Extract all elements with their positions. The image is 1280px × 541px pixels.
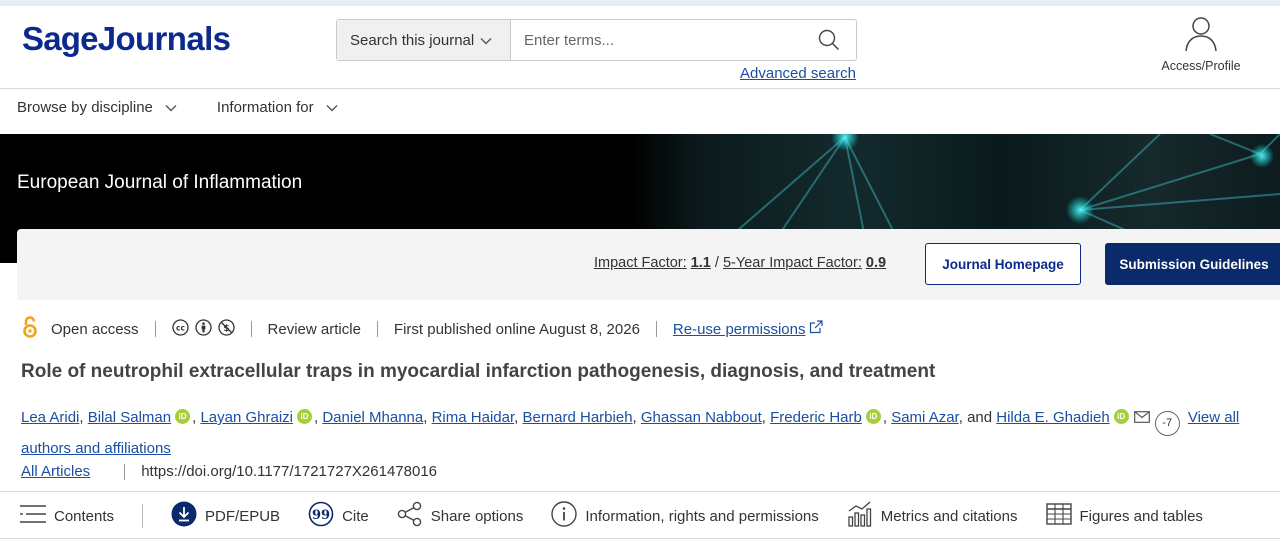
share-icon [397, 501, 423, 531]
impact-factor[interactable]: Impact Factor: 1.1 / 5-Year Impact Facto… [594, 255, 886, 271]
open-access-icon [21, 316, 39, 342]
divider [655, 321, 657, 337]
doi-text: https://doi.org/10.1177/1721727X26147801… [141, 463, 437, 480]
nav-information-for[interactable]: Information for [217, 99, 338, 116]
chevron-down-icon [165, 99, 177, 116]
mail-icon[interactable] [1133, 406, 1150, 431]
orcid-icon[interactable]: iD [175, 409, 191, 424]
external-link-icon[interactable] [809, 320, 824, 338]
journal-title[interactable]: European Journal of Inflammation [17, 172, 302, 194]
main-nav: Browse by discipline Information for [17, 99, 338, 116]
search-scope-dropdown[interactable]: Search this journal [337, 20, 511, 60]
list-icon [20, 504, 46, 528]
divider [376, 321, 378, 337]
author-link[interactable]: Bilal Salman [88, 409, 171, 426]
search-bar: Search this journal [336, 19, 857, 61]
author-link[interactable]: Ghassan Nabbout [641, 409, 762, 426]
cite-label: Cite [342, 507, 369, 525]
author-list: Lea Aridi, Bilal Salman iD, Layan Ghraizi… [21, 405, 1261, 461]
open-access-label: Open access [51, 320, 139, 338]
toolbar-divider [142, 504, 144, 528]
svg-text:cc: cc [176, 323, 185, 332]
license-icons[interactable]: cc $ [171, 318, 235, 340]
and-text: and [967, 409, 993, 426]
svg-text:99: 99 [312, 508, 330, 523]
impact-divider: / [714, 255, 719, 271]
toolbar-bottom-divider [0, 538, 1280, 539]
toolbar-top-divider [0, 491, 1280, 492]
submission-guidelines-button[interactable]: Submission Guidelines [1105, 243, 1280, 285]
article-meta-row: Open access cc $ Review article First pu… [21, 316, 824, 342]
access-profile-button[interactable]: Access/Profile [1150, 16, 1252, 73]
chevron-down-icon [326, 99, 338, 116]
metrics-citations-button[interactable]: Metrics and citations [847, 501, 1018, 531]
nav-info-label: Information for [216, 99, 314, 116]
journal-homepage-button[interactable]: Journal Homepage [925, 243, 1081, 285]
article-toolbar: Contents PDF/EPUB 99 Cite Share options … [20, 501, 1203, 531]
information-rights-label: Information, rights and permissions [585, 507, 819, 525]
author-link[interactable]: Sami Azar [891, 409, 959, 426]
author-link[interactable]: Layan Ghraizi [200, 409, 293, 426]
header-divider [0, 88, 1280, 89]
author-link[interactable]: Lea Aridi [21, 409, 79, 426]
contents-button[interactable]: Contents [20, 504, 114, 528]
orcid-icon[interactable]: iD [1113, 409, 1129, 424]
doi-row: All Articles https://doi.org/10.1177/172… [21, 463, 437, 480]
divider [124, 463, 126, 480]
figures-tables-label: Figures and tables [1079, 507, 1203, 525]
contents-label: Contents [54, 507, 115, 525]
top-strip [0, 0, 1280, 6]
quote-icon: 99 [308, 501, 334, 531]
attribution-icon [194, 318, 212, 340]
author-link[interactable]: Daniel Mhanna [322, 409, 423, 426]
author-link[interactable]: Bernard Harbieh [522, 409, 632, 426]
share-options-label: Share options [430, 507, 524, 525]
bar-chart-icon [847, 501, 873, 531]
divider [154, 321, 156, 337]
pdf-epub-label: PDF/EPUB [205, 507, 281, 525]
publish-date: First published online August 8, 2026 [393, 320, 640, 338]
search-scope-label: Search this journal [350, 31, 475, 49]
impact-factor-label: Impact Factor: [594, 255, 687, 271]
divider [250, 321, 252, 337]
impact-factor-value: 1.1 [690, 255, 711, 271]
user-icon [1184, 17, 1218, 56]
article-title: Role of neutrophil extracellular traps i… [21, 361, 936, 382]
nav-browse-label: Browse by discipline [17, 99, 153, 116]
article-type: Review article [267, 320, 361, 338]
info-icon [551, 501, 578, 531]
advanced-search-link[interactable]: Advanced search [740, 65, 856, 82]
reuse-permissions-link[interactable]: Re-use permissions [673, 321, 806, 338]
orcid-icon[interactable]: iD [297, 409, 312, 424]
nav-browse-by-discipline[interactable]: Browse by discipline [17, 99, 177, 116]
pdf-epub-button[interactable]: PDF/EPUB [171, 501, 280, 531]
orcid-icon[interactable]: iD [865, 409, 881, 424]
share-options-button[interactable]: Share options [397, 501, 524, 531]
search-icon[interactable] [802, 20, 856, 60]
chevron-down-icon [480, 32, 492, 49]
author-link[interactable]: Hilda E. Ghadieh [996, 409, 1109, 426]
information-rights-button[interactable]: Information, rights and permissions [551, 501, 819, 531]
author-link[interactable]: Frederic Harb [770, 409, 862, 426]
five-year-impact-value: 0.9 [865, 255, 887, 271]
table-icon [1045, 503, 1072, 529]
author-link[interactable]: Rima Haidar [432, 409, 515, 426]
figures-tables-button[interactable]: Figures and tables [1045, 503, 1203, 529]
all-articles-link[interactable]: All Articles [21, 463, 90, 480]
five-year-impact-label: 5-Year Impact Factor: [722, 255, 862, 271]
sage-journals-logo[interactable]: SageJournals [22, 20, 231, 58]
access-profile-label: Access/Profile [1161, 59, 1241, 73]
journal-info-bar: Impact Factor: 1.1 / 5-Year Impact Facto… [17, 229, 1280, 300]
creative-commons-icon: cc [171, 318, 189, 340]
cite-button[interactable]: 99 Cite [308, 501, 369, 531]
more-authors-count[interactable]: -7 [1154, 411, 1180, 436]
download-icon [171, 501, 197, 531]
noncommercial-icon: $ [217, 318, 235, 340]
search-input[interactable] [511, 20, 802, 60]
metrics-citations-label: Metrics and citations [880, 507, 1018, 525]
